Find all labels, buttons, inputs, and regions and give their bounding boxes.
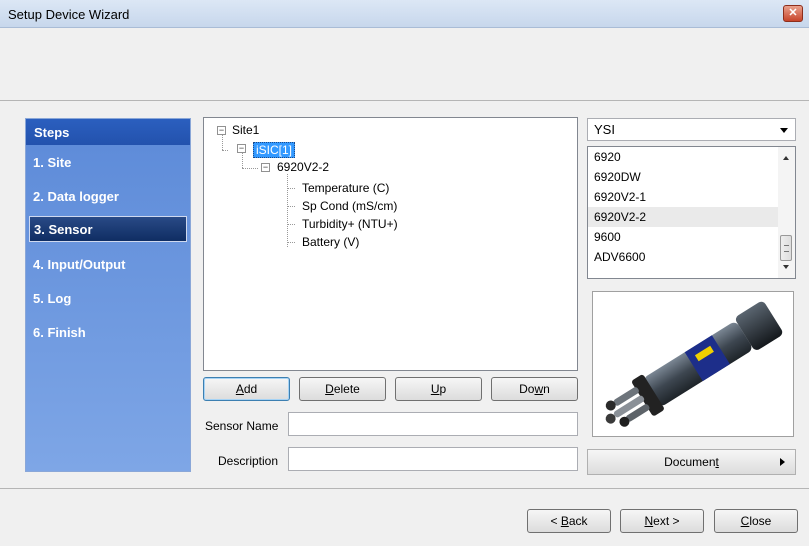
delete-button[interactable]: Delete xyxy=(299,377,386,401)
list-item[interactable]: ADV6600 xyxy=(588,247,795,267)
wizard-header-band xyxy=(0,29,809,101)
list-item[interactable]: 9600 xyxy=(588,227,795,247)
step-data-logger: 2. Data logger xyxy=(33,189,119,204)
description-input[interactable] xyxy=(288,447,578,471)
step-input-output: 4. Input/Output xyxy=(33,257,126,272)
sensor-name-input[interactable] xyxy=(288,412,578,436)
add-button-accesskey: A xyxy=(235,382,244,396)
step-finish: 6. Finish xyxy=(33,325,86,340)
tree-node-device[interactable]: 6920V2-2 xyxy=(277,160,329,174)
up-button[interactable]: Up xyxy=(395,377,482,401)
next-button-label: ext > xyxy=(653,514,680,528)
back-button[interactable]: < Back xyxy=(527,509,611,533)
document-button-label: Documen xyxy=(664,455,716,469)
tree-connector xyxy=(287,242,295,243)
list-item[interactable]: 6920V2-1 xyxy=(588,187,795,207)
delete-button-accesskey: D xyxy=(325,382,334,396)
back-button-accesskey: B xyxy=(560,514,569,528)
tree-connector xyxy=(242,168,258,169)
scroll-up-icon[interactable] xyxy=(783,156,789,160)
down-button-accesskey: w xyxy=(534,382,544,396)
scroll-thumb[interactable] xyxy=(780,235,792,261)
model-list-scrollbar[interactable] xyxy=(778,147,795,278)
collapse-device-icon[interactable]: − xyxy=(261,163,270,172)
tree-node-site[interactable]: Site1 xyxy=(232,123,259,137)
sensor-name-label: Sensor Name xyxy=(205,419,279,433)
tree-node-sensor-turbidity[interactable]: Turbidity+ (NTU+) xyxy=(302,217,398,231)
close-button-label: lose xyxy=(749,514,772,528)
tree-connector xyxy=(287,188,295,189)
close-window-button[interactable]: ✕ xyxy=(783,5,803,22)
list-item[interactable]: 6920 xyxy=(588,147,795,167)
tree-connector xyxy=(287,206,295,207)
model-list[interactable]: 6920 6920DW 6920V2-1 6920V2-2 9600 ADV66… xyxy=(587,146,796,279)
footer-divider xyxy=(0,488,809,489)
steps-heading: Steps xyxy=(26,119,190,145)
next-button-accesskey: N xyxy=(644,514,654,528)
down-button-label-pre: Do xyxy=(519,382,535,396)
tree-connector xyxy=(242,153,243,168)
up-button-label: p xyxy=(439,382,447,396)
device-image-frame xyxy=(592,291,794,437)
manufacturer-select[interactable]: YSI xyxy=(587,118,796,141)
document-button[interactable]: Document xyxy=(587,449,796,475)
back-button-label: ack xyxy=(568,514,588,528)
manufacturer-select-value: YSI xyxy=(594,122,615,137)
description-label: Description xyxy=(218,454,279,468)
step-log: 5. Log xyxy=(33,291,72,306)
tree-node-sensor-spcond[interactable]: Sp Cond (mS/cm) xyxy=(302,199,397,213)
list-item[interactable]: 6920DW xyxy=(588,167,795,187)
tree-node-sensor-temperature[interactable]: Temperature (C) xyxy=(302,181,389,195)
scroll-down-icon[interactable] xyxy=(783,265,789,269)
tree-connector xyxy=(287,224,295,225)
close-button[interactable]: Close xyxy=(714,509,798,533)
tree-node-logger[interactable]: iSIC[1] xyxy=(253,142,296,158)
tree-node-sensor-battery[interactable]: Battery (V) xyxy=(302,235,359,249)
steps-panel: Steps 1. Site 2. Data logger 3. Sensor 4… xyxy=(25,118,191,472)
chevron-down-icon[interactable] xyxy=(780,128,788,133)
tree-connector xyxy=(222,135,223,150)
back-button-label-pre: < xyxy=(550,514,561,528)
document-button-accesskey: t xyxy=(715,455,719,469)
title-bar: Setup Device Wizard ✕ xyxy=(0,0,809,28)
add-button-label: dd xyxy=(243,382,258,396)
tree-connector xyxy=(222,150,228,151)
step-site: 1. Site xyxy=(33,155,72,170)
window-title: Setup Device Wizard xyxy=(8,7,130,22)
add-button[interactable]: Add xyxy=(203,377,290,401)
sonde-probe-image xyxy=(605,301,783,427)
chevron-right-icon xyxy=(780,458,785,466)
device-tree[interactable]: − Site1 − iSIC[1] − 6920V2-2 Temperature… xyxy=(203,117,578,371)
step-sensor: 3. Sensor xyxy=(29,216,187,242)
down-button-label: n xyxy=(543,382,550,396)
down-button[interactable]: Down xyxy=(491,377,578,401)
collapse-site-icon[interactable]: − xyxy=(217,126,226,135)
list-item-selected[interactable]: 6920V2-2 xyxy=(588,207,795,227)
collapse-logger-icon[interactable]: − xyxy=(237,144,246,153)
tree-connector xyxy=(287,174,288,247)
next-button[interactable]: Next > xyxy=(620,509,704,533)
delete-button-label: elete xyxy=(333,382,360,396)
